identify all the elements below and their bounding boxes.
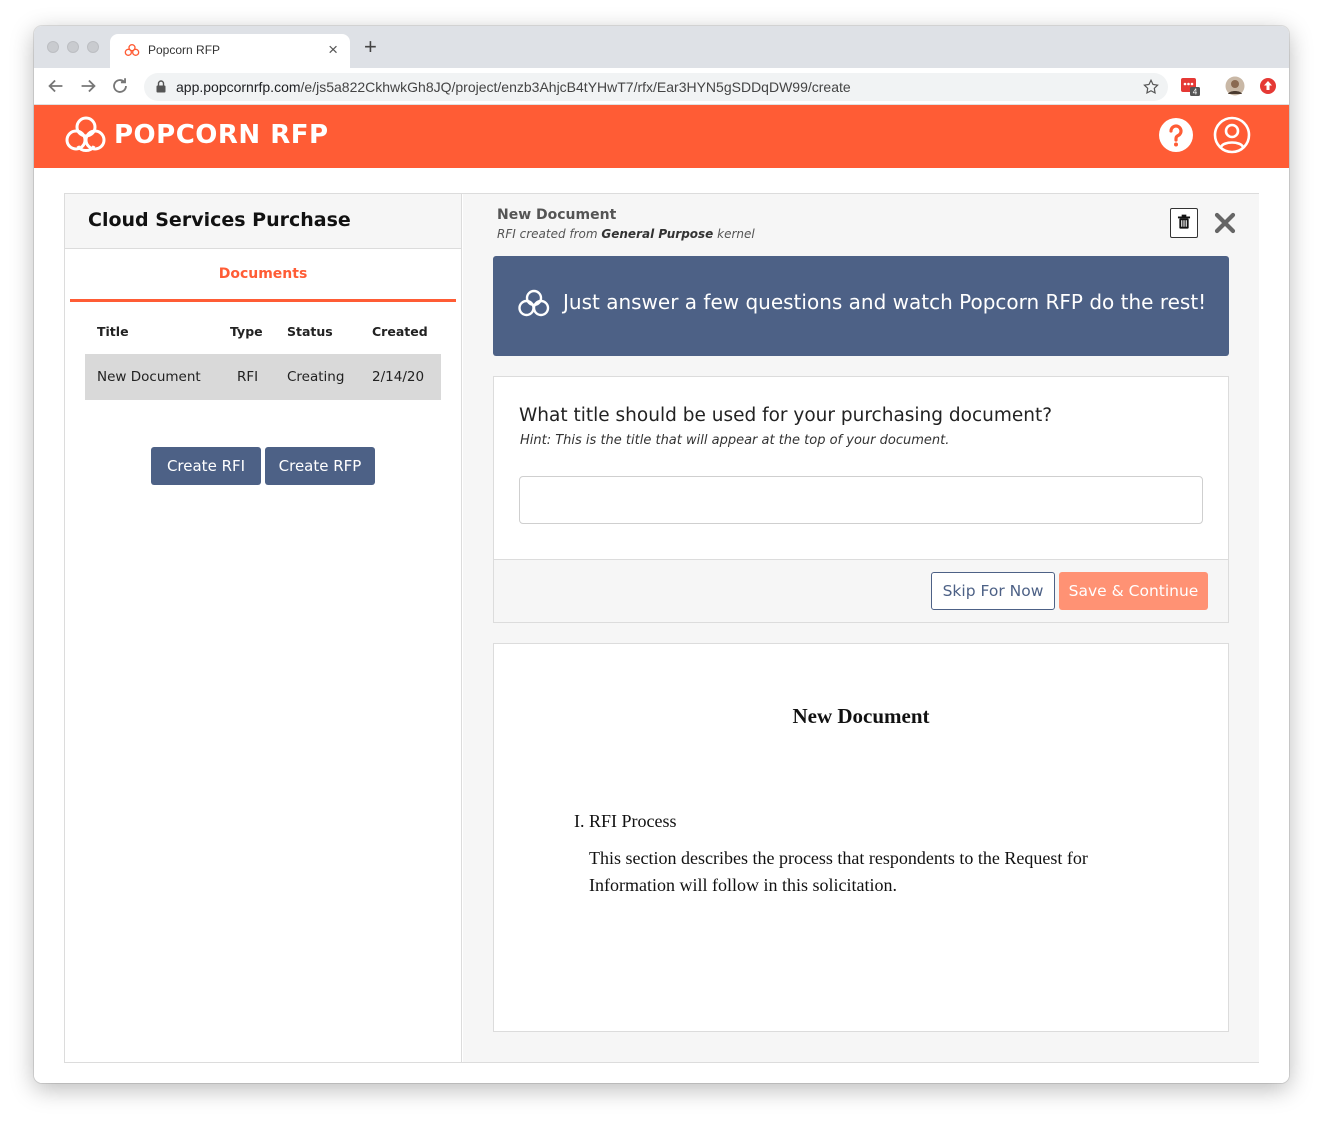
title-input[interactable] [519, 476, 1203, 524]
extension-icon[interactable]: 4 [1180, 76, 1200, 96]
question-card: What title should be used for your purch… [493, 376, 1229, 623]
banner-text: Just answer a few questions and watch Po… [563, 290, 1207, 314]
column-header-title[interactable]: Title [97, 324, 129, 339]
url-text: app.popcornrfp.com/e/js5a822CkhwkGh8JQ/p… [176, 79, 851, 95]
forward-arrow-icon[interactable] [77, 75, 99, 97]
tab-documents[interactable]: Documents [70, 250, 456, 302]
create-rfi-button[interactable]: Create RFI [151, 447, 261, 485]
tab-close-icon[interactable]: × [328, 40, 338, 60]
address-bar[interactable]: app.popcornrfp.com/e/js5a822CkhwkGh8JQ/p… [144, 73, 1168, 101]
row-created: 2/14/20 [372, 369, 425, 385]
hint-text: Hint: This is the title that will appear… [520, 433, 950, 448]
user-account-icon[interactable] [1213, 116, 1251, 154]
skip-button[interactable]: Skip For Now [931, 572, 1055, 610]
table-row[interactable]: New Document RFI Creating 2/14/20 [85, 354, 441, 400]
question-footer: Skip For Now Save & Continue [494, 559, 1228, 622]
project-title: Cloud Services Purchase [88, 209, 351, 231]
app-header: POPCORN RFP [34, 105, 1289, 168]
new-tab-icon[interactable]: + [364, 35, 377, 59]
section-heading: I. RFI Process [574, 811, 677, 831]
section-body: This section describes the process that … [589, 848, 1088, 895]
back-arrow-icon[interactable] [45, 75, 67, 97]
profile-avatar-icon[interactable] [1225, 76, 1245, 96]
documents-sidebar: Cloud Services Purchase Documents Title … [65, 194, 462, 1062]
column-header-created[interactable]: Created [372, 324, 428, 339]
reload-icon[interactable] [109, 75, 131, 97]
window-minimize-dot[interactable] [67, 41, 79, 53]
browser-window: Popcorn RFP × + app.popcornrfp.com/e/js5… [34, 26, 1289, 1083]
delete-document-button[interactable] [1170, 208, 1198, 238]
project-header: Cloud Services Purchase [65, 194, 461, 249]
close-icon[interactable] [1213, 211, 1237, 235]
preview-title: New Document [792, 704, 930, 728]
column-header-status[interactable]: Status [287, 324, 333, 339]
row-type: RFI [237, 369, 259, 385]
create-rfp-button[interactable]: Create RFP [265, 447, 375, 485]
brand-name[interactable]: POPCORN RFP [114, 120, 329, 150]
popcorn-logo-icon [518, 289, 550, 317]
document-preview: New Document I. RFI Process This section… [493, 643, 1229, 1032]
row-status: Creating [287, 369, 345, 385]
window-close-dot[interactable] [47, 41, 59, 53]
browser-toolbar: app.popcornrfp.com/e/js5a822CkhwkGh8JQ/p… [34, 68, 1289, 105]
help-icon[interactable] [1158, 117, 1194, 153]
popcorn-logo-icon[interactable] [64, 114, 108, 158]
info-banner: Just answer a few questions and watch Po… [493, 256, 1229, 356]
save-continue-button[interactable]: Save & Continue [1059, 572, 1208, 610]
lock-icon [156, 80, 166, 93]
column-header-type[interactable]: Type [230, 324, 263, 339]
row-title: New Document [97, 369, 201, 385]
svg-text:4: 4 [1193, 88, 1198, 97]
tab-documents-label: Documents [218, 266, 308, 282]
question-text: What title should be used for your purch… [519, 405, 1053, 426]
bookmark-star-icon[interactable] [1142, 78, 1160, 96]
trash-icon [1177, 214, 1191, 229]
document-name: New Document [497, 207, 617, 223]
main-content: Cloud Services Purchase Documents Title … [34, 168, 1289, 1083]
window-zoom-dot[interactable] [87, 41, 99, 53]
update-icon[interactable] [1258, 76, 1278, 96]
tab-title: Popcorn RFP [148, 43, 221, 57]
document-source: RFI created from General Purpose kernel [497, 227, 755, 241]
project-card: Cloud Services Purchase Documents Title … [64, 193, 1259, 1063]
browser-tab[interactable]: Popcorn RFP × [110, 34, 350, 68]
tab-strip: Popcorn RFP × + [34, 26, 1289, 68]
document-editor: New Document RFI created from General Pu… [463, 194, 1259, 1062]
popcorn-favicon-icon [124, 44, 140, 56]
